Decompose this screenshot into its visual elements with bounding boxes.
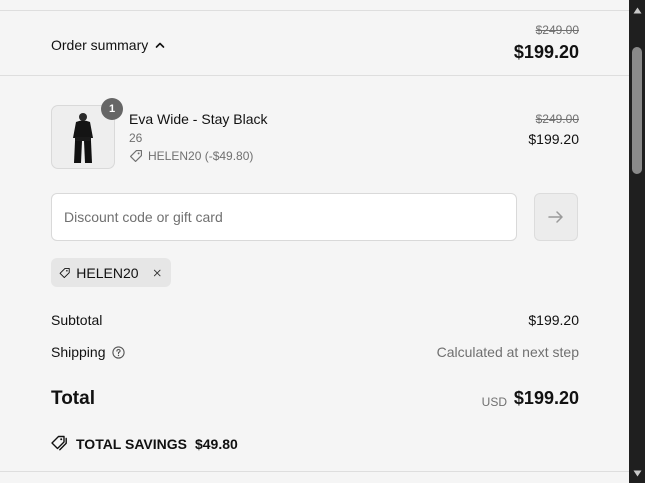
divider — [0, 471, 629, 472]
shipping-label: Shipping — [51, 344, 106, 360]
applied-discount-tag: HELEN20 — [51, 258, 171, 287]
scroll-up-arrow[interactable] — [629, 2, 645, 18]
order-summary-header: Order summary $249.00 $199.20 — [0, 11, 629, 76]
apply-discount-button[interactable] — [534, 193, 578, 241]
triangle-down-icon — [633, 470, 641, 476]
vertical-scrollbar[interactable] — [629, 0, 645, 483]
quantity-badge: 1 — [101, 98, 123, 120]
tags-icon — [51, 435, 67, 451]
savings-value: $49.80 — [194, 435, 238, 452]
divider — [0, 75, 629, 76]
product-discount: HELEN20 (-$49.80) — [129, 149, 253, 163]
tag-icon — [130, 150, 142, 162]
currency-code: USD — [481, 395, 507, 409]
tag-icon — [59, 267, 70, 278]
remove-discount-icon[interactable] — [153, 267, 161, 279]
subtotal-value: $199.20 — [528, 312, 579, 328]
savings-label: TOTAL SAVINGS — [76, 435, 187, 452]
shipping-value: Calculated at next step — [436, 344, 579, 360]
discount-code-input[interactable] — [51, 193, 517, 241]
triangle-up-icon — [633, 7, 641, 13]
product-discount-text: HELEN20 (-$49.80) — [148, 149, 254, 163]
product-compare-price: $249.00 — [535, 112, 579, 126]
applied-discount-code: HELEN20 — [76, 264, 139, 281]
total-value: $199.20 — [513, 388, 579, 408]
order-summary-toggle[interactable]: Order summary — [51, 36, 166, 54]
chevron-up-icon — [155, 42, 165, 48]
product-variant: 26 — [129, 131, 143, 145]
scrollbar-thumb[interactable] — [632, 47, 642, 174]
order-summary-label: Order summary — [51, 37, 149, 53]
arrow-right-icon — [548, 211, 563, 223]
total-label: Total — [51, 388, 95, 409]
product-thumbnail: 1 — [51, 98, 123, 169]
summary-compare-price: $249.00 — [535, 23, 579, 37]
summary-total-price: $199.20 — [513, 42, 579, 62]
product-price: $199.20 — [528, 131, 579, 147]
product-name: Eva Wide - Stay Black — [129, 111, 268, 127]
total-savings: TOTAL SAVINGS $49.80 — [51, 435, 238, 452]
scroll-down-arrow[interactable] — [629, 465, 645, 481]
subtotal-label: Subtotal — [51, 312, 103, 328]
shipping-row: Shipping — [51, 344, 125, 360]
help-circle-icon[interactable] — [111, 345, 125, 359]
order-summary-panel: Order summary $249.00 $199.20 1 Eva Wide… — [0, 0, 629, 483]
